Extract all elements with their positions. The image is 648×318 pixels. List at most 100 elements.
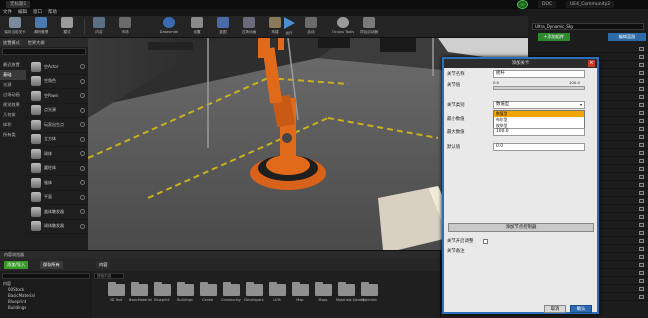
- category-cinematic[interactable]: 过场动画: [0, 90, 26, 100]
- property-checkbox[interactable]: [639, 103, 644, 107]
- property-checkbox[interactable]: [639, 47, 644, 51]
- property-checkbox[interactable]: [639, 151, 644, 155]
- asset-folder[interactable]: LUTs: [267, 282, 287, 302]
- category-visual-effects[interactable]: 视觉效果: [0, 100, 26, 110]
- modes-button[interactable]: 模式: [54, 17, 80, 37]
- property-checkbox[interactable]: [639, 215, 644, 219]
- info-icon[interactable]: [80, 180, 85, 186]
- default-value-input[interactable]: 0.0: [493, 143, 585, 151]
- asset-folder[interactable]: Buildings: [175, 282, 195, 302]
- asset-folder[interactable]: Community: [221, 282, 241, 302]
- joint-name-input[interactable]: 摇杆: [493, 70, 585, 78]
- content-button[interactable]: 内容: [86, 17, 112, 37]
- blueprint-button[interactable]: 蓝图: [210, 17, 236, 37]
- info-icon[interactable]: [80, 64, 85, 70]
- project-launcher-button[interactable]: 项目启动器: [356, 17, 382, 37]
- property-checkbox[interactable]: [639, 87, 644, 91]
- property-checkbox[interactable]: [639, 287, 644, 291]
- placeable-item[interactable]: 空Actor: [26, 60, 88, 75]
- info-icon[interactable]: [80, 78, 85, 84]
- asset-folder[interactable]: 3D Text: [106, 282, 126, 302]
- tab-world-outliner[interactable]: 世界大纲: [28, 40, 45, 46]
- placeable-item[interactable]: 球体: [26, 147, 88, 162]
- adjust-checkbox[interactable]: [483, 239, 488, 244]
- add-node-controller-button[interactable]: 添加节点控制器: [448, 223, 594, 232]
- place-search-input[interactable]: [2, 48, 86, 55]
- info-icon[interactable]: [80, 107, 85, 113]
- placeable-item[interactable]: 盒体触发器: [26, 205, 88, 220]
- tree-search-input[interactable]: [2, 273, 90, 279]
- save-button[interactable]: 保存当前关卡: [2, 17, 28, 37]
- menu-help[interactable]: 帮助: [48, 9, 57, 16]
- info-icon[interactable]: [80, 223, 85, 229]
- max-value-input[interactable]: 100.0: [493, 128, 585, 136]
- category-basic[interactable]: 基础: [0, 70, 26, 80]
- placeable-item[interactable]: 圆柱体: [26, 162, 88, 176]
- property-checkbox[interactable]: [639, 199, 644, 203]
- property-checkbox[interactable]: [639, 191, 644, 195]
- save-all-button[interactable]: 保存所有: [40, 261, 63, 269]
- property-checkbox[interactable]: [639, 183, 644, 187]
- property-checkbox[interactable]: [639, 239, 644, 243]
- ok-button[interactable]: 确认: [570, 305, 592, 313]
- asset-folder[interactable]: Materials: [359, 282, 379, 302]
- property-checkbox[interactable]: [639, 95, 644, 99]
- property-checkbox[interactable]: [639, 143, 644, 147]
- asset-folder[interactable]: Materials Library: [336, 282, 364, 302]
- property-checkbox[interactable]: [639, 127, 644, 131]
- info-icon[interactable]: [80, 93, 85, 99]
- cancel-button[interactable]: 取消: [544, 305, 566, 313]
- marketplace-button[interactable]: 市场: [112, 17, 138, 37]
- info-icon[interactable]: [80, 151, 85, 157]
- asset-folder[interactable]: Maps: [313, 282, 333, 302]
- category-all-classes[interactable]: 所有类: [0, 130, 26, 140]
- property-checkbox[interactable]: [639, 223, 644, 227]
- info-icon[interactable]: [80, 165, 85, 171]
- menu-window[interactable]: 窗口: [33, 9, 42, 16]
- settings-button[interactable]: 设置: [184, 17, 210, 37]
- joint-value-slider[interactable]: [493, 86, 585, 90]
- asset-folder[interactable]: Developers: [244, 282, 264, 302]
- cinematics-button[interactable]: 过场动画: [236, 17, 262, 37]
- category-lights[interactable]: 光源: [0, 80, 26, 90]
- property-checkbox[interactable]: [639, 263, 644, 267]
- oculus-tools-button[interactable]: Oculus Tools: [330, 17, 356, 37]
- asset-folder[interactable]: Blueprint: [152, 282, 172, 302]
- add-import-button[interactable]: 添加/导入: [4, 261, 29, 269]
- joint-type-select[interactable]: 数值型 ▾: [493, 101, 585, 109]
- content-path[interactable]: 内容: [96, 261, 111, 269]
- edit-blueprint-button[interactable]: 编辑蓝图: [608, 33, 646, 41]
- placeable-item[interactable]: 点光源: [26, 104, 88, 118]
- property-checkbox[interactable]: [639, 135, 644, 139]
- placeable-item[interactable]: 玩家出生点: [26, 118, 88, 133]
- menu-edit[interactable]: 编辑: [18, 9, 27, 16]
- placeable-item[interactable]: 平面: [26, 191, 88, 205]
- asset-folder[interactable]: Map: [290, 282, 310, 302]
- tab-place-mode[interactable]: 放置模式: [3, 40, 20, 46]
- datasmith-button[interactable]: Datasmith: [156, 17, 182, 37]
- property-checkbox[interactable]: [639, 63, 644, 67]
- window-tab[interactable]: 无标题1: [6, 1, 31, 8]
- property-checkbox[interactable]: [639, 71, 644, 75]
- launch-button[interactable]: 启动: [298, 17, 324, 37]
- property-checkbox[interactable]: [639, 207, 644, 211]
- property-checkbox[interactable]: [639, 231, 644, 235]
- property-checkbox[interactable]: [639, 295, 644, 299]
- note-textarea[interactable]: [448, 256, 594, 301]
- category-recent[interactable]: 最近放置: [0, 60, 26, 70]
- info-icon[interactable]: [80, 209, 85, 215]
- property-checkbox[interactable]: [639, 279, 644, 283]
- property-checkbox[interactable]: [639, 79, 644, 83]
- info-icon[interactable]: [80, 136, 85, 142]
- project-tab[interactable]: UE4_Community2: [566, 1, 615, 8]
- property-checkbox[interactable]: [639, 247, 644, 251]
- info-icon[interactable]: [80, 122, 85, 128]
- placeable-item[interactable]: 锥体: [26, 176, 88, 191]
- property-checkbox[interactable]: [639, 271, 644, 275]
- menu-file[interactable]: 文件: [3, 9, 12, 16]
- property-checkbox[interactable]: [639, 119, 644, 123]
- property-checkbox[interactable]: [639, 111, 644, 115]
- property-checkbox[interactable]: [639, 167, 644, 171]
- placeable-item[interactable]: 空角色: [26, 75, 88, 89]
- category-geometry[interactable]: 几何体: [0, 110, 26, 120]
